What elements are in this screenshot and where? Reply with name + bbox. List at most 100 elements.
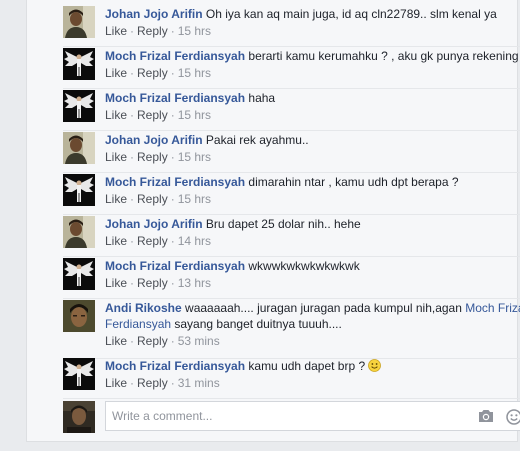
comment-actions: Like · Reply · 13 hrs (105, 275, 520, 291)
comment-body: Johan Jojo Arifin Pakai rek ayahmu.. Like… (105, 132, 520, 165)
timestamp-link[interactable]: 15 hrs (178, 192, 211, 206)
avatar[interactable] (63, 174, 95, 206)
separator: · (130, 276, 135, 290)
comment-text: waaaaaah.... juragan juragan pada kumpul… (185, 301, 466, 315)
comment-input-box[interactable] (105, 401, 520, 431)
reply-link[interactable]: Reply (137, 108, 168, 122)
separator: · (170, 334, 175, 348)
separator: · (170, 376, 175, 390)
reply-link[interactable]: Reply (137, 150, 168, 164)
separator: · (170, 234, 175, 248)
comment-composer (63, 400, 520, 434)
comment-author-link[interactable]: Johan Jojo Arifin (105, 217, 203, 231)
like-link[interactable]: Like (105, 24, 127, 38)
comment-body: Moch Frizal Ferdiansyah haha Like · Reply · 1… (105, 90, 520, 123)
separator: · (130, 376, 135, 390)
comment-content: Moch Frizal Ferdiansyah wkwwkwkwkwkwkwk (105, 258, 520, 274)
comment-actions: Like · Reply · 15 hrs (105, 65, 520, 81)
comment-author-link[interactable]: Moch Frizal Ferdiansyah (105, 49, 245, 63)
emoji-icon[interactable] (506, 409, 520, 428)
comment-input[interactable] (106, 402, 472, 430)
separator: · (130, 108, 135, 122)
comment-item: Moch Frizal Ferdiansyah berarti kamu ker… (63, 48, 520, 89)
comment-content: Johan Jojo Arifin Pakai rek ayahmu.. (105, 132, 520, 148)
separator: · (130, 234, 135, 248)
like-link[interactable]: Like (105, 334, 127, 348)
comment-item: Moch Frizal Ferdiansyah wkwwkwkwkwkwkwk L… (63, 258, 520, 299)
like-link[interactable]: Like (105, 234, 127, 248)
comment-content: Johan Jojo Arifin Bru dapet 25 dolar nih… (105, 216, 520, 232)
comment-item: Moch Frizal Ferdiansyah kamu udh dapet b… (63, 358, 520, 399)
comment-author-link[interactable]: Moch Frizal Ferdiansyah (105, 359, 245, 373)
reply-link[interactable]: Reply (137, 334, 168, 348)
comment-content: Moch Frizal Ferdiansyah dimarahin ntar ,… (105, 174, 520, 190)
avatar[interactable] (63, 6, 95, 38)
like-link[interactable]: Like (105, 276, 127, 290)
reply-link[interactable]: Reply (137, 24, 168, 38)
like-link[interactable]: Like (105, 376, 127, 390)
avatar[interactable] (63, 48, 95, 80)
separator: · (130, 150, 135, 164)
comment-body: Johan Jojo Arifin Oh iya kan aq main jug… (105, 6, 520, 39)
comment-actions: Like · Reply · 14 hrs (105, 233, 520, 249)
timestamp-link[interactable]: 31 mins (178, 376, 220, 390)
comment-actions: Like · Reply · 15 hrs (105, 107, 520, 123)
reply-link[interactable]: Reply (137, 66, 168, 80)
comment-author-link[interactable]: Johan Jojo Arifin (105, 7, 203, 21)
timestamp-link[interactable]: 15 hrs (178, 150, 211, 164)
comment-author-link[interactable]: Moch Frizal Ferdiansyah (105, 175, 245, 189)
separator: · (170, 24, 175, 38)
avatar[interactable] (63, 358, 95, 390)
comment-item: Moch Frizal Ferdiansyah dimarahin ntar ,… (63, 174, 520, 215)
timestamp-link[interactable]: 13 hrs (178, 276, 211, 290)
separator: · (130, 334, 135, 348)
comment-body: Moch Frizal Ferdiansyah kamu udh dapet b… (105, 358, 520, 391)
like-link[interactable]: Like (105, 108, 127, 122)
like-link[interactable]: Like (105, 66, 127, 80)
timestamp-link[interactable]: 14 hrs (178, 234, 211, 248)
separator: · (130, 192, 135, 206)
avatar[interactable] (63, 216, 95, 248)
separator: · (130, 24, 135, 38)
avatar[interactable] (63, 258, 95, 290)
comment-body: Johan Jojo Arifin Bru dapet 25 dolar nih… (105, 216, 520, 249)
separator: · (170, 276, 175, 290)
comment-text-end: sayang banget duitnya tuuuh.... (171, 317, 342, 331)
reply-link[interactable]: Reply (137, 192, 168, 206)
comment-text: Pakai rek ayahmu.. (205, 133, 309, 147)
comment-author-link[interactable]: Andi Rikoshe (105, 301, 182, 315)
reply-link[interactable]: Reply (137, 376, 168, 390)
comment-body: Moch Frizal Ferdiansyah wkwwkwkwkwkwkwk L… (105, 258, 520, 291)
comments-panel: Johan Jojo Arifin Oh iya kan aq main jug… (26, 0, 520, 442)
user-avatar[interactable] (63, 401, 95, 433)
smile-emoji-icon (368, 359, 382, 372)
avatar[interactable] (63, 300, 95, 332)
comment-author-link[interactable]: Moch Frizal Ferdiansyah (105, 91, 245, 105)
comment-content: Moch Frizal Ferdiansyah berarti kamu ker… (105, 48, 520, 64)
comment-item: Andi Rikoshe waaaaaah.... juragan juraga… (63, 300, 520, 359)
comment-body: Moch Frizal Ferdiansyah berarti kamu ker… (105, 48, 520, 81)
timestamp-link[interactable]: 53 mins (178, 334, 220, 348)
reply-link[interactable]: Reply (137, 234, 168, 248)
comment-text: wkwwkwkwkwkwkwk (248, 259, 360, 273)
comment-content: Moch Frizal Ferdiansyah kamu udh dapet b… (105, 358, 520, 374)
camera-icon[interactable] (478, 409, 494, 426)
avatar[interactable] (63, 132, 95, 164)
reply-link[interactable]: Reply (137, 276, 168, 290)
comment-author-link[interactable]: Moch Frizal Ferdiansyah (105, 259, 245, 273)
like-link[interactable]: Like (105, 192, 127, 206)
comment-text: berarti kamu kerumahku ? , aku gk punya … (248, 49, 519, 63)
timestamp-link[interactable]: 15 hrs (178, 24, 211, 38)
comment-text: dimarahin ntar , kamu udh dpt berapa ? (248, 175, 459, 189)
timestamp-link[interactable]: 15 hrs (178, 108, 211, 122)
separator: · (170, 66, 175, 80)
comment-actions: Like · Reply · 15 hrs (105, 149, 520, 165)
comment-author-link[interactable]: Johan Jojo Arifin (105, 133, 203, 147)
comment-actions: Like · Reply · 15 hrs (105, 23, 520, 39)
avatar[interactable] (63, 90, 95, 122)
comment-content: Andi Rikoshe waaaaaah.... juragan juraga… (105, 300, 520, 332)
comment-actions: Like · Reply · 15 hrs (105, 191, 520, 207)
like-link[interactable]: Like (105, 150, 127, 164)
timestamp-link[interactable]: 15 hrs (178, 66, 211, 80)
comment-actions: Like · Reply · 31 mins (105, 375, 520, 391)
